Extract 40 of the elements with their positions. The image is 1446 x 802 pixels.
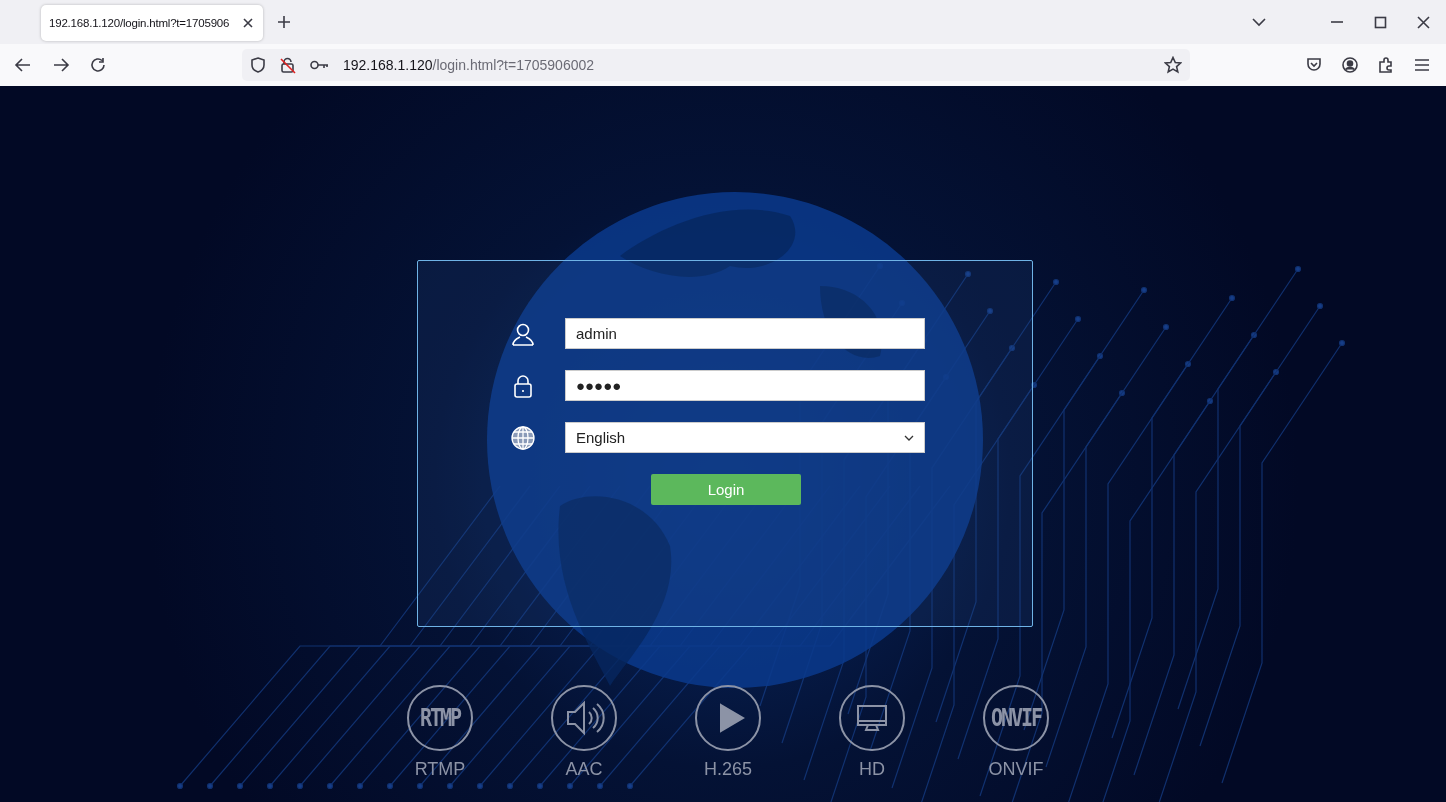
feature-label: HD	[859, 759, 885, 780]
user-icon	[511, 321, 535, 346]
speaker-icon	[551, 685, 617, 751]
password-field[interactable]: ●●●●●	[565, 370, 925, 401]
star-icon[interactable]	[1164, 56, 1182, 74]
feature-label: RTMP	[414, 759, 466, 780]
browser-tab[interactable]: 192.168.1.120/login.html?t=1705906	[41, 5, 263, 41]
language-select[interactable]: English	[565, 422, 925, 453]
close-icon[interactable]	[241, 16, 255, 30]
tab-title: 192.168.1.120/login.html?t=1705906	[49, 17, 231, 29]
globe-icon	[511, 425, 535, 450]
shield-icon[interactable]	[250, 56, 266, 74]
back-arrow-icon[interactable]	[14, 57, 32, 73]
url-text: 192.168.1.120/login.html?t=1705906002	[343, 57, 596, 73]
username-value: admin	[576, 325, 618, 342]
play-icon	[695, 685, 761, 751]
chevron-down-icon	[904, 434, 914, 441]
crossed-lock-icon[interactable]	[280, 56, 296, 74]
reload-icon[interactable]	[90, 57, 106, 73]
plus-icon[interactable]	[277, 15, 291, 29]
key-icon[interactable]	[310, 59, 329, 71]
pocket-icon[interactable]	[1306, 56, 1322, 73]
puzzle-piece-icon[interactable]	[1378, 56, 1394, 74]
maximize-icon[interactable]	[1374, 15, 1387, 29]
forward-arrow-icon[interactable]	[52, 57, 70, 73]
language-value: English	[576, 429, 627, 446]
username-field[interactable]: admin	[565, 318, 925, 349]
chevron-down-icon[interactable]	[1252, 16, 1266, 28]
lock-icon	[511, 373, 535, 398]
icon-text: RTMP	[419, 703, 461, 733]
close-icon[interactable]	[1417, 15, 1430, 29]
monitor-icon	[839, 685, 905, 751]
password-value: ●●●●●	[576, 377, 623, 394]
icon-text: ONVIF	[990, 703, 1042, 733]
feature-label: AAC	[565, 759, 603, 780]
feature-label: ONVIF	[988, 759, 1044, 780]
feature-label: H.265	[703, 759, 752, 780]
address-bar[interactable]: 192.168.1.120/login.html?t=1705906002	[242, 49, 1190, 81]
menu-icon[interactable]	[1414, 56, 1430, 73]
account-icon[interactable]	[1342, 56, 1358, 73]
